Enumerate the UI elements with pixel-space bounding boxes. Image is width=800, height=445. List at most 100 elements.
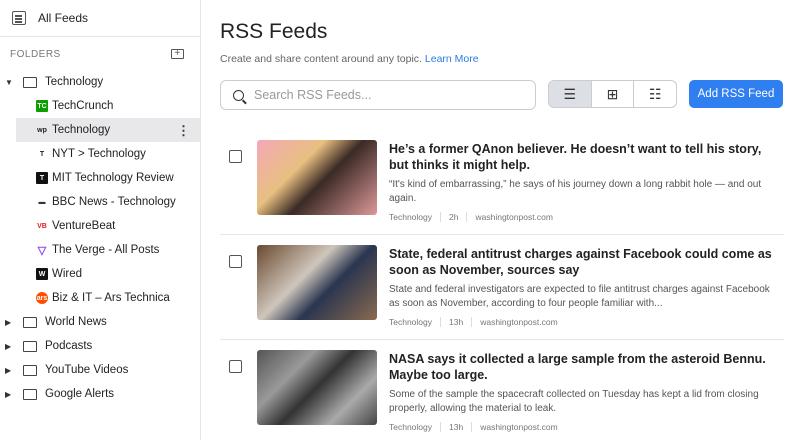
search-box[interactable] — [220, 80, 536, 110]
caret-right-icon[interactable]: ▶ — [5, 342, 15, 351]
divider — [440, 317, 442, 327]
learn-more-link[interactable]: Learn More — [425, 53, 479, 65]
feed-label: BBC News - Technology — [52, 196, 176, 208]
article-source: washingtonpost.com — [475, 212, 553, 222]
add-rss-feed-button[interactable]: Add RSS Feed — [689, 80, 783, 108]
add-folder-icon[interactable]: + — [171, 49, 184, 59]
divider — [440, 212, 442, 222]
article-category: Technology — [389, 317, 433, 327]
feed-item[interactable]: ars Biz & IT – Ars Technica — [16, 286, 200, 310]
feed-favicon-icon: W — [36, 268, 48, 280]
search-icon — [233, 89, 244, 101]
sidebar: All Feeds FOLDERS + ▼ Technology TC TechC… — [0, 0, 201, 440]
subtitle-text: Create and share content around any topi… — [220, 53, 422, 65]
feed-item[interactable]: ▬ BBC News - Technology — [16, 190, 200, 214]
folder-item[interactable]: ▶ Google Alerts — [0, 382, 200, 406]
folder-label: YouTube Videos — [45, 364, 129, 376]
feed-item[interactable]: W Wired — [16, 262, 200, 286]
feed-label: The Verge - All Posts — [52, 244, 160, 256]
feed-label: Technology — [52, 124, 111, 136]
feed-item[interactable]: wp Technology ⋮ — [16, 118, 200, 142]
feed-favicon-icon: ▽ — [37, 244, 47, 257]
article-description: “It's kind of embarrassing,” he says of … — [389, 179, 762, 204]
caret-right-icon[interactable]: ▶ — [5, 366, 15, 375]
search-input[interactable] — [254, 88, 514, 102]
folder-icon — [23, 364, 37, 376]
all-feeds-label: All Feeds — [38, 11, 89, 25]
feed-item[interactable]: VB VentureBeat — [16, 214, 200, 238]
feed-favicon-icon: T — [39, 150, 45, 158]
article-list: He’s a former QAnon believer. He doesn’t… — [220, 130, 784, 445]
folder-icon — [23, 388, 37, 400]
article-checkbox[interactable] — [229, 255, 242, 268]
feed-label: VentureBeat — [52, 220, 116, 232]
feed-item[interactable]: T MIT Technology Review — [16, 166, 200, 190]
article-description: State and federal investigators are expe… — [389, 284, 770, 309]
feed-item[interactable]: TC TechCrunch — [16, 94, 200, 118]
divider — [440, 422, 442, 432]
feed-label: NYT > Technology — [52, 148, 146, 160]
toolbar: ☰ ⊞ ☷ Add RSS Feed — [220, 80, 784, 110]
article-text: NASA says it collected a large sample fr… — [389, 351, 774, 432]
article-thumbnail[interactable] — [257, 350, 377, 425]
folder-icon — [23, 340, 37, 352]
folder-technology[interactable]: ▼ Technology — [0, 70, 200, 94]
feed-label: Biz & IT – Ars Technica — [52, 292, 170, 304]
article-age: 2h — [449, 212, 459, 222]
view-toggle: ☰ ⊞ ☷ — [548, 80, 677, 108]
feed-item[interactable]: T NYT > Technology — [16, 142, 200, 166]
list-icon: ☰ — [563, 85, 577, 102]
article-item[interactable]: State, federal antitrust charges against… — [220, 235, 784, 340]
article-category: Technology — [389, 212, 433, 222]
page-title: RSS Feeds — [220, 20, 328, 43]
feed-favicon-icon: ▬ — [38, 198, 46, 206]
article-checkbox[interactable] — [229, 150, 242, 163]
folder-label: Google Alerts — [45, 388, 115, 400]
folder-icon — [23, 76, 37, 88]
article-title[interactable]: State, federal antitrust charges against… — [389, 246, 774, 278]
caret-down-icon[interactable]: ▼ — [5, 78, 15, 87]
folders-label: FOLDERS — [10, 48, 61, 60]
folders-header: FOLDERS + — [0, 38, 200, 70]
article-meta: Technology 13h washingtonpost.com — [389, 317, 774, 327]
feed-favicon-icon: T — [36, 172, 48, 184]
feed-favicon-icon: VB — [37, 222, 47, 230]
folder-label: Technology — [45, 76, 104, 88]
article-checkbox[interactable] — [229, 360, 242, 373]
article-title[interactable]: He’s a former QAnon believer. He doesn’t… — [389, 141, 774, 173]
feed-favicon-icon: ars — [36, 292, 48, 304]
article-thumbnail[interactable] — [257, 245, 377, 320]
article-age: 13h — [449, 317, 464, 327]
article-source: washingtonpost.com — [480, 317, 558, 327]
feed-label: MIT Technology Review — [52, 172, 174, 184]
list-view-button[interactable]: ☰ — [549, 81, 592, 107]
article-text: He’s a former QAnon believer. He doesn’t… — [389, 141, 774, 222]
page-subtitle: Create and share content around any topi… — [220, 53, 800, 65]
feed-favicon-icon: wp — [37, 126, 47, 134]
article-text: State, federal antitrust charges against… — [389, 246, 774, 327]
feed-item[interactable]: ▽ The Verge - All Posts — [16, 238, 200, 262]
folder-icon — [23, 316, 37, 328]
compact-view-button[interactable]: ☷ — [634, 81, 676, 107]
bulleted-list-icon: ☷ — [648, 85, 662, 102]
folder-item[interactable]: ▶ YouTube Videos — [0, 358, 200, 382]
divider — [471, 317, 473, 327]
caret-right-icon[interactable]: ▶ — [5, 390, 15, 399]
article-item[interactable]: He’s a former QAnon believer. He doesn’t… — [220, 130, 784, 235]
folder-item[interactable]: ▶ Podcasts — [0, 334, 200, 358]
main-content: RSS Feeds Create and share content aroun… — [220, 0, 800, 432]
article-thumbnail[interactable] — [257, 140, 377, 215]
feed-label: Wired — [52, 268, 83, 280]
caret-right-icon[interactable]: ▶ — [5, 318, 15, 327]
article-source: washingtonpost.com — [480, 422, 558, 432]
folder-label: World News — [45, 316, 107, 328]
more-options-icon[interactable]: ⋮ — [177, 124, 190, 137]
folder-item[interactable]: ▶ World News — [0, 310, 200, 334]
article-title[interactable]: NASA says it collected a large sample fr… — [389, 351, 774, 383]
article-age: 13h — [449, 422, 464, 432]
divider — [471, 422, 473, 432]
article-item[interactable]: NASA says it collected a large sample fr… — [220, 340, 784, 445]
article-meta: Technology 13h washingtonpost.com — [389, 422, 774, 432]
all-feeds-item[interactable]: All Feeds — [0, 0, 200, 37]
grid-view-button[interactable]: ⊞ — [592, 81, 635, 107]
